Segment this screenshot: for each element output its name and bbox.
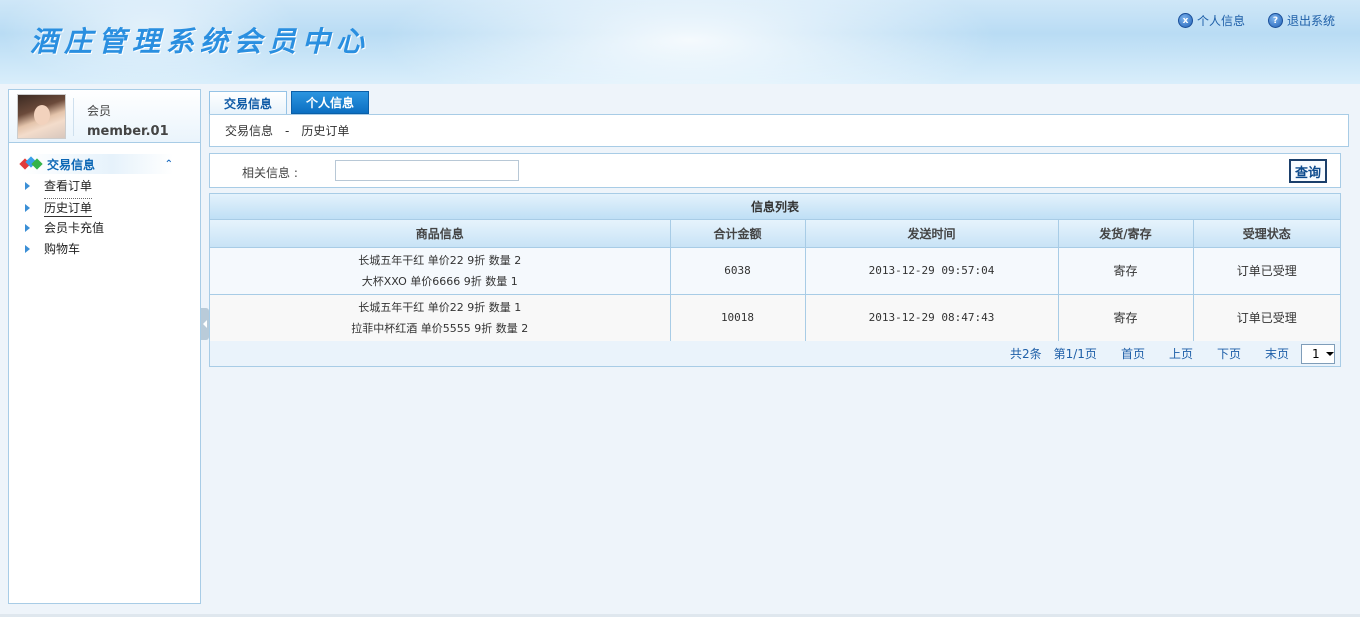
sidebar-item-card-recharge[interactable]: 会员卡充值 xyxy=(25,219,104,236)
pager-last[interactable]: 末页 xyxy=(1265,345,1289,362)
time-cell: 2013-12-29 08:47:43 xyxy=(805,294,1059,342)
total-cell: 10018 xyxy=(670,294,806,342)
pager-first[interactable]: 首页 xyxy=(1121,345,1145,362)
user-name: member.01 xyxy=(87,124,169,139)
sidebar-item-cart[interactable]: 购物车 xyxy=(25,240,80,257)
time-cell: 2013-12-29 09:57:04 xyxy=(805,247,1059,295)
avatar xyxy=(17,94,66,139)
total-cell: 6038 xyxy=(670,247,806,295)
sidebar-item-label: 查看订单 xyxy=(44,179,93,193)
user-role: 会员 xyxy=(87,104,112,118)
arrow-right-icon xyxy=(25,223,30,232)
sidebar-item-label: 购物车 xyxy=(44,242,81,256)
user-box: 会员 member.01 xyxy=(9,90,200,143)
sidebar-item-label: 历史订单 xyxy=(44,198,93,217)
chevron-down-icon xyxy=(1325,351,1334,356)
logout-link[interactable]: ? 退出系统 xyxy=(1268,12,1335,29)
sidebar-item-label: 会员卡充值 xyxy=(44,221,105,235)
breadcrumb-separator: - xyxy=(285,123,290,138)
app-title: 酒庄管理系统会员中心 xyxy=(30,25,371,58)
table-row[interactable]: 长城五年干红 单价22 9折 数量 2 大杯XXO 单价6666 9折 数量 1… xyxy=(210,247,1340,295)
table-row[interactable]: 长城五年干红 单价22 9折 数量 1 拉菲中杯红酒 单价5555 9折 数量 … xyxy=(210,294,1340,342)
arrow-right-icon xyxy=(25,181,30,190)
status-cell: 订单已受理 xyxy=(1193,247,1340,295)
divider xyxy=(73,98,74,136)
pager-page: 第1/1页 xyxy=(1053,347,1097,361)
pager-next[interactable]: 下页 xyxy=(1217,345,1241,362)
menu-section-header[interactable]: 交易信息 ⌃ xyxy=(19,154,173,174)
personal-info-label: 个人信息 xyxy=(1197,14,1246,28)
status-cell: 订单已受理 xyxy=(1193,294,1340,342)
column-header: 发货/寄存 xyxy=(1058,220,1194,248)
arrow-right-icon xyxy=(25,203,30,212)
logout-label: 退出系统 xyxy=(1287,14,1336,28)
goods-line: 大杯XXO 单价6666 9折 数量 1 xyxy=(361,274,518,288)
page-select-value: 1 xyxy=(1312,346,1320,361)
search-bar: 相关信息 : 查询 xyxy=(209,153,1341,188)
table-title: 信息列表 xyxy=(210,194,1340,220)
header-glow xyxy=(380,0,1000,84)
breadcrumb: 交易信息 - 历史订单 xyxy=(209,114,1349,147)
goods-line: 拉菲中杯红酒 单价5555 9折 数量 2 xyxy=(351,321,529,335)
menu-section-label: 交易信息 xyxy=(47,157,96,172)
delivery-cell: 寄存 xyxy=(1058,247,1194,295)
orders-grid: 商品信息 合计金额 发送时间 发货/寄存 受理状态 长城五年干红 单价22 9折… xyxy=(210,220,1340,342)
breadcrumb-part: 交易信息 xyxy=(225,124,274,138)
column-header: 受理状态 xyxy=(1193,220,1340,248)
pager-total: 共2条 xyxy=(1009,347,1042,361)
arrow-right-icon xyxy=(25,244,30,253)
sidebar: 会员 member.01 交易信息 ⌃ 查看订单 历史订单 会员卡充值 购物车 xyxy=(8,89,201,604)
delivery-cell: 寄存 xyxy=(1058,294,1194,342)
tab-personal-info[interactable]: 个人信息 xyxy=(291,91,370,114)
breadcrumb-current: 历史订单 xyxy=(301,124,350,138)
goods-line: 长城五年干红 单价22 9折 数量 1 xyxy=(358,300,522,314)
help-circle-icon: ? xyxy=(1268,13,1283,28)
column-header: 合计金额 xyxy=(670,220,806,248)
sidebar-collapse-handle[interactable] xyxy=(201,308,209,340)
gems-icon xyxy=(19,156,43,170)
page-select[interactable]: 1 xyxy=(1301,343,1335,364)
order-table: 信息列表 商品信息 合计金额 发送时间 发货/寄存 受理状态 长城五年干红 单价… xyxy=(209,193,1341,367)
header-banner: 酒庄管理系统会员中心 x 个人信息 ? 退出系统 xyxy=(0,0,1360,84)
sidebar-item-view-orders[interactable]: 查看订单 xyxy=(25,177,92,194)
tab-transactions[interactable]: 交易信息 xyxy=(209,91,288,114)
pagination: 共2条 第1/1页 首页 上页 下页 末页 1 xyxy=(210,341,1340,366)
table-header-row: 商品信息 合计金额 发送时间 发货/寄存 受理状态 xyxy=(210,220,1340,248)
goods-cell: 长城五年干红 单价22 9折 数量 2 大杯XXO 单价6666 9折 数量 1 xyxy=(210,247,671,295)
search-input[interactable] xyxy=(335,160,519,181)
goods-cell: 长城五年干红 单价22 9折 数量 1 拉菲中杯红酒 单价5555 9折 数量 … xyxy=(210,294,671,342)
search-button[interactable]: 查询 xyxy=(1289,159,1327,183)
sidebar-item-history-orders[interactable]: 历史订单 xyxy=(25,198,93,217)
goods-line: 长城五年干红 单价22 9折 数量 2 xyxy=(358,253,522,267)
column-header: 商品信息 xyxy=(210,220,671,248)
chevron-up-icon[interactable]: ⌃ xyxy=(165,159,173,170)
search-label: 相关信息 : xyxy=(242,166,298,180)
column-header: 发送时间 xyxy=(805,220,1059,248)
close-circle-icon: x xyxy=(1178,13,1193,28)
pager-prev[interactable]: 上页 xyxy=(1169,345,1193,362)
personal-info-link[interactable]: x 个人信息 xyxy=(1178,12,1245,29)
